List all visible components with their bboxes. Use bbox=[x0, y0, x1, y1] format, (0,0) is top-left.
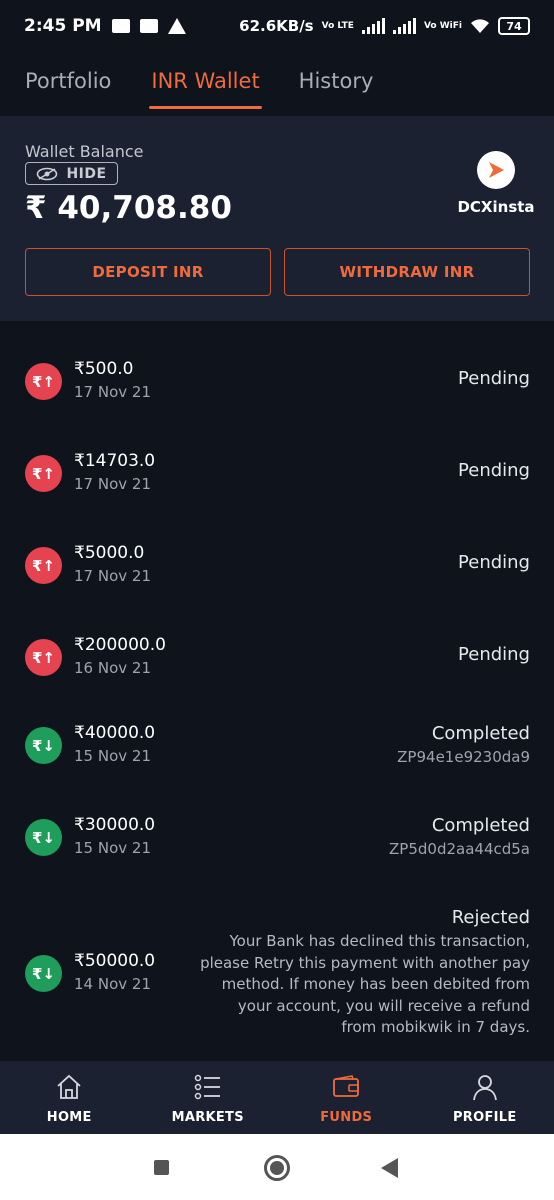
recents-icon[interactable] bbox=[154, 1160, 169, 1175]
transaction-date: 14 Nov 21 bbox=[74, 975, 151, 993]
profile-icon bbox=[470, 1072, 500, 1102]
transaction-row[interactable]: ₹↓ ₹40000.0 15 Nov 21 Completed ZP94e1e9… bbox=[0, 711, 554, 791]
transaction-amount: ₹500.0 bbox=[74, 359, 134, 379]
battery-icon: 74 bbox=[498, 17, 530, 35]
transaction-row[interactable]: ₹↑ ₹5000.0 17 Nov 21 Pending bbox=[0, 527, 554, 607]
rupee-up-icon: ₹↑ bbox=[25, 363, 62, 400]
deposit-inr-button[interactable]: DEPOSIT INR bbox=[25, 248, 271, 296]
top-tabs: Portfolio INR Wallet History bbox=[0, 52, 554, 110]
warning-icon bbox=[167, 18, 186, 34]
transaction-status: Pending bbox=[458, 368, 530, 389]
wallet-balance-label: Wallet Balance bbox=[25, 142, 144, 161]
list-icon bbox=[193, 1072, 223, 1102]
transaction-row[interactable]: ₹↑ ₹14703.0 17 Nov 21 Pending bbox=[0, 435, 554, 515]
dcxinsta-button[interactable]: DCXinsta bbox=[457, 151, 535, 216]
signal-icon bbox=[361, 18, 385, 34]
volte-icon: Vo LTE bbox=[321, 20, 354, 31]
transaction-row[interactable]: ₹↑ ₹200000.0 16 Nov 21 Pending bbox=[0, 619, 554, 699]
rupee-down-icon: ₹↓ bbox=[25, 727, 62, 764]
transaction-date: 15 Nov 21 bbox=[74, 839, 151, 857]
signal-icon bbox=[392, 18, 416, 34]
hide-balance-button[interactable]: HIDE bbox=[25, 162, 118, 185]
transaction-status: Pending bbox=[458, 552, 530, 573]
status-bar: 2:45 PM 62.6KB/s Vo LTE Vo WiFi 74 bbox=[0, 0, 554, 52]
rupee-up-icon: ₹↑ bbox=[25, 639, 62, 676]
tab-portfolio[interactable]: Portfolio bbox=[25, 52, 111, 110]
wifi-icon bbox=[471, 19, 489, 33]
message-icon bbox=[139, 19, 158, 33]
home-icon bbox=[54, 1072, 84, 1102]
transaction-amount: ₹14703.0 bbox=[74, 451, 156, 471]
nav-funds-label: FUNDS bbox=[320, 1110, 373, 1125]
home-circle-icon[interactable] bbox=[264, 1155, 290, 1181]
tab-history[interactable]: History bbox=[299, 52, 374, 110]
transaction-status: Rejected bbox=[451, 907, 530, 928]
nav-funds[interactable]: FUNDS bbox=[277, 1061, 416, 1134]
hide-label: HIDE bbox=[66, 165, 107, 182]
bottom-navigation: HOME MARKETS FUNDS PROFILE bbox=[0, 1061, 554, 1134]
transaction-date: 16 Nov 21 bbox=[74, 659, 151, 677]
rupee-down-icon: ₹↓ bbox=[25, 819, 62, 856]
nav-profile-label: PROFILE bbox=[452, 1110, 517, 1125]
rupee-up-icon: ₹↑ bbox=[25, 455, 62, 492]
status-time: 2:45 PM bbox=[24, 16, 102, 36]
back-icon[interactable] bbox=[381, 1158, 398, 1178]
transaction-status: Pending bbox=[458, 460, 530, 481]
withdraw-inr-button[interactable]: WITHDRAW INR bbox=[284, 248, 530, 296]
transaction-date: 15 Nov 21 bbox=[74, 747, 151, 765]
transaction-list: ₹↑ ₹500.0 17 Nov 21 Pending ₹↑ ₹14703.0 … bbox=[0, 321, 554, 1061]
transaction-status: Completed bbox=[431, 723, 530, 744]
transaction-reference: ZP5d0d2aa44cd5a bbox=[389, 840, 530, 858]
transaction-date: 17 Nov 21 bbox=[74, 567, 151, 585]
transaction-status: Pending bbox=[458, 644, 530, 665]
message-icon bbox=[111, 19, 130, 33]
nav-markets[interactable]: MARKETS bbox=[139, 1061, 278, 1134]
transaction-reference: ZP94e1e9230da9 bbox=[397, 748, 530, 766]
transaction-row[interactable]: ₹↓ ₹30000.0 15 Nov 21 Completed ZP5d0d2a… bbox=[0, 803, 554, 883]
nav-profile[interactable]: PROFILE bbox=[416, 1061, 554, 1134]
transaction-row[interactable]: ₹↑ ₹500.0 17 Nov 21 Pending bbox=[0, 343, 554, 423]
eye-off-icon bbox=[36, 167, 58, 181]
transaction-amount: ₹50000.0 bbox=[74, 951, 156, 971]
system-navigation-bar bbox=[0, 1134, 554, 1200]
transaction-amount: ₹30000.0 bbox=[74, 815, 156, 835]
rupee-down-icon: ₹↓ bbox=[25, 955, 62, 992]
nav-home-label: HOME bbox=[46, 1110, 92, 1125]
wallet-card: Wallet Balance HIDE ₹ 40,708.80 DCXinsta… bbox=[0, 116, 554, 321]
dcxinsta-label: DCXinsta bbox=[457, 198, 535, 216]
transaction-amount: ₹5000.0 bbox=[74, 543, 145, 563]
nav-home[interactable]: HOME bbox=[0, 1061, 139, 1134]
vowifi-icon: Vo WiFi bbox=[423, 20, 462, 31]
transaction-note: Your Bank has declined this transaction,… bbox=[200, 932, 530, 1036]
transaction-row[interactable]: ₹↓ ₹50000.0 14 Nov 21 Rejected Your Bank… bbox=[0, 895, 554, 1055]
transaction-date: 17 Nov 21 bbox=[74, 475, 151, 493]
network-speed: 62.6KB/s bbox=[239, 17, 314, 35]
transaction-date: 17 Nov 21 bbox=[74, 383, 151, 401]
transaction-amount: ₹200000.0 bbox=[74, 635, 166, 655]
transaction-status: Completed bbox=[431, 815, 530, 836]
wallet-balance-value: ₹ 40,708.80 bbox=[25, 190, 232, 226]
transaction-amount: ₹40000.0 bbox=[74, 723, 156, 743]
wallet-icon bbox=[331, 1072, 361, 1102]
nav-markets-label: MARKETS bbox=[171, 1110, 244, 1125]
rupee-up-icon: ₹↑ bbox=[25, 547, 62, 584]
dcxinsta-logo-icon bbox=[477, 151, 515, 189]
tab-inr-wallet[interactable]: INR Wallet bbox=[149, 52, 262, 110]
